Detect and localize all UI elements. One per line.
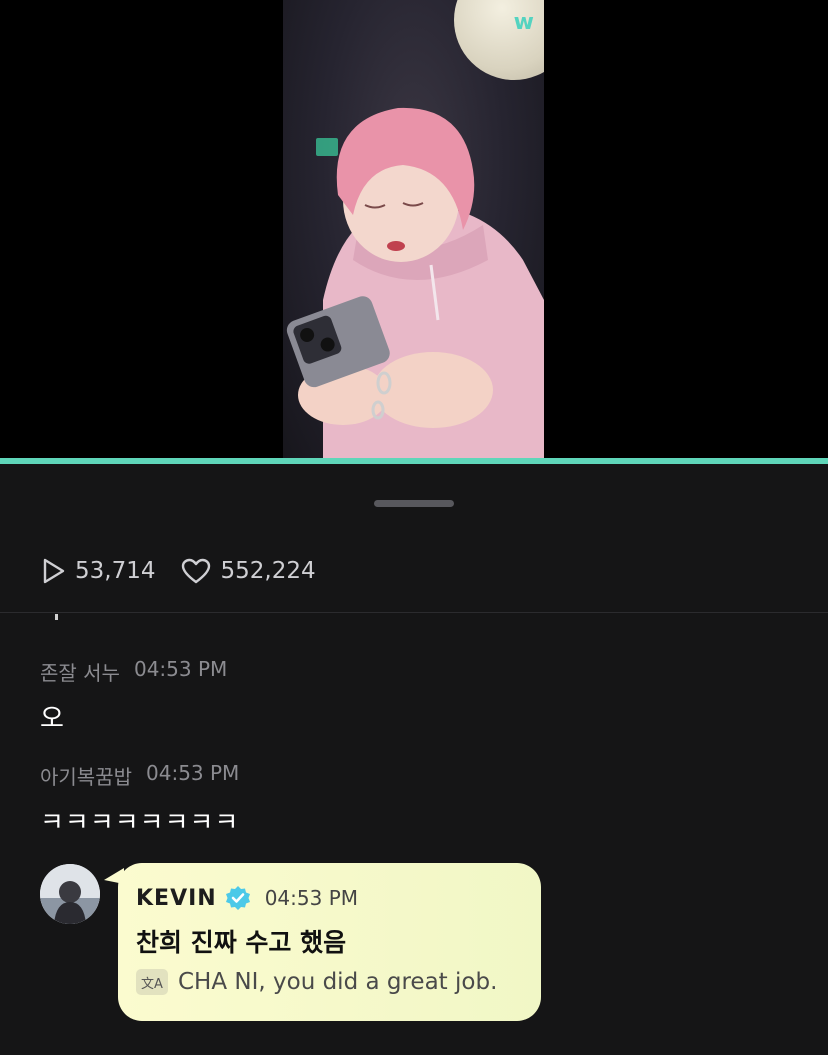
comment-username: 존잘 서누 [40, 661, 120, 685]
comment-text: ㅋㅋㅋㅋㅋㅋㅋㅋ [40, 808, 240, 838]
sheet-drag-handle[interactable] [374, 500, 454, 507]
comment-item[interactable]: 아기복꿈밥 04:53 PM ㅋㅋㅋㅋㅋㅋㅋㅋ [40, 761, 239, 839]
comment-sheet: 53,714 552,224 존잘 서누 04:53 PM 오 아기복꿈밥 04… [0, 464, 828, 1055]
video-frame[interactable]: w [283, 0, 544, 460]
plays-count: 53,714 [75, 558, 156, 584]
comment-time: 04:53 PM [146, 761, 240, 785]
comment-item[interactable]: 존잘 서누 04:53 PM 오 [40, 657, 227, 735]
artist-name: KEVIN [136, 885, 217, 911]
play-icon [43, 558, 65, 584]
comment-meta: 아기복꿈밥 04:53 PM [40, 761, 239, 790]
verified-badge-icon [225, 886, 250, 910]
performer-image [286, 107, 544, 460]
comment-meta: 존잘 서누 04:53 PM [40, 657, 227, 686]
translation-text: CHA NI, you did a great job. [178, 969, 498, 995]
video-player[interactable]: w [0, 0, 828, 460]
plays-stat: 53,714 [40, 557, 155, 585]
artist-avatar-image [40, 864, 100, 924]
artist-comment-time: 04:53 PM [264, 886, 359, 910]
weverse-logo: w [513, 10, 534, 35]
stats-divider [0, 612, 828, 613]
artist-avatar[interactable] [40, 864, 100, 924]
clipped-comment-text [55, 614, 58, 620]
heart-icon[interactable] [181, 558, 211, 584]
comment-username: 아기복꿈밥 [40, 765, 132, 789]
stats-row: 53,714 552,224 [40, 554, 342, 588]
comment-text: 오 [40, 704, 65, 734]
likes-stat[interactable]: 552,224 [181, 558, 316, 584]
translation-row[interactable]: 文A CHA NI, you did a great job. [136, 969, 497, 995]
likes-count: 552,224 [220, 558, 316, 584]
artist-name-row: KEVIN 04:53 PM [136, 885, 358, 911]
comment-time: 04:53 PM [133, 657, 228, 681]
translate-icon[interactable]: 文A [136, 969, 168, 995]
artist-comment-text: 찬희 진짜 수고 했음 [136, 928, 347, 957]
artist-comment-bubble[interactable]: KEVIN 04:53 PM 찬희 진짜 수고 했음 文A CHA NI, yo… [118, 863, 541, 1021]
